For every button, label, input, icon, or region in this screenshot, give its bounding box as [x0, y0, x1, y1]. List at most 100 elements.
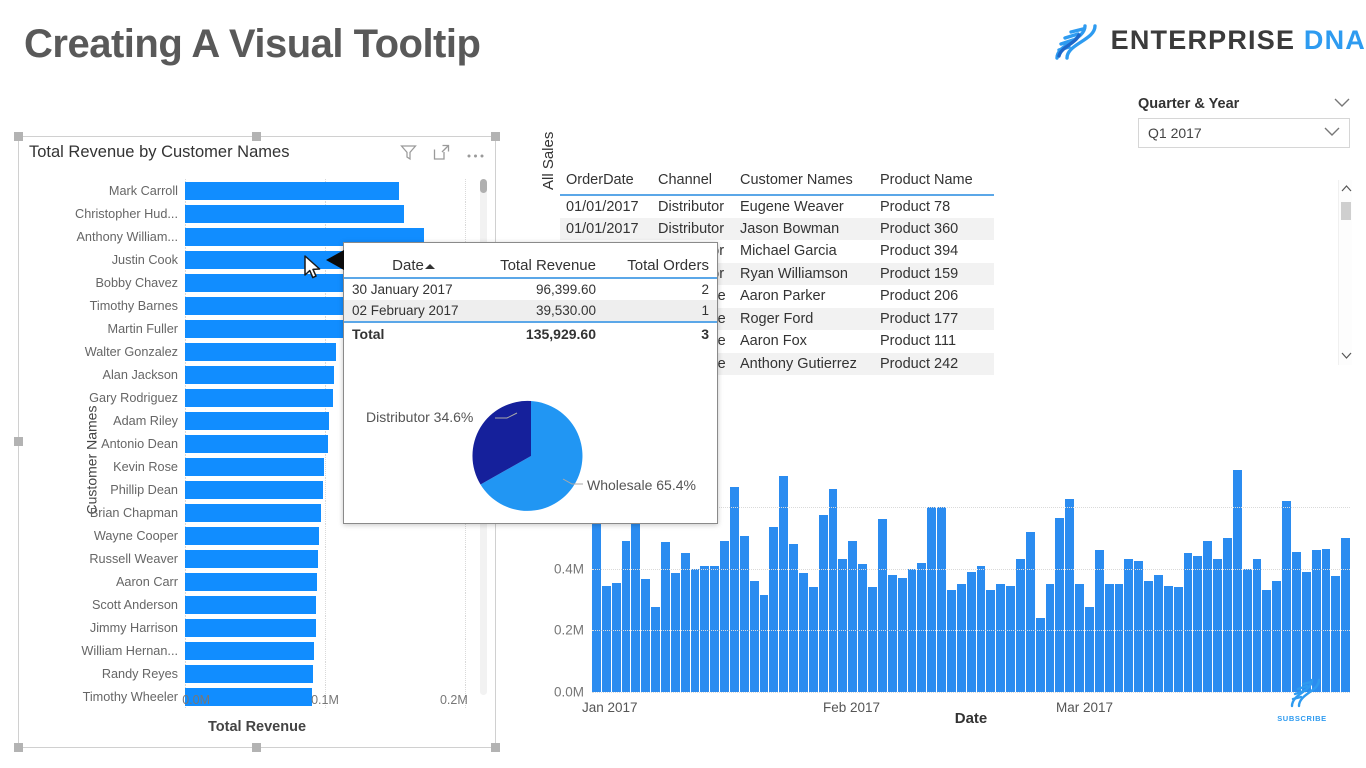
column-bar[interactable]	[651, 607, 661, 692]
column-bar[interactable]	[927, 507, 937, 692]
column-bar[interactable]	[1183, 553, 1193, 692]
bar-fill[interactable]	[185, 411, 329, 430]
bar-fill[interactable]	[185, 641, 314, 660]
column-bar[interactable]	[1292, 551, 1301, 692]
column-bar[interactable]	[917, 562, 927, 692]
bar-fill[interactable]	[185, 365, 335, 384]
column-bar[interactable]	[631, 507, 641, 692]
column-bar[interactable]	[710, 565, 720, 692]
column-bar[interactable]	[1223, 537, 1232, 692]
column-bar[interactable]	[601, 585, 611, 692]
column-bar[interactable]	[986, 590, 996, 692]
bar-fill[interactable]	[185, 457, 324, 476]
table-scrollbar-thumb[interactable]	[1341, 202, 1351, 220]
bar-row[interactable]: Scott Anderson	[55, 593, 466, 616]
column-bar[interactable]	[1065, 499, 1075, 692]
filter-funnel-icon[interactable]	[400, 144, 417, 166]
bar-fill[interactable]	[185, 526, 320, 545]
bar-fill[interactable]	[185, 595, 316, 614]
column-bar[interactable]	[818, 514, 828, 692]
table-column-header[interactable]: Customer Names	[734, 170, 874, 196]
slicer-dropdown[interactable]: Q1 2017	[1138, 118, 1350, 148]
column-bar[interactable]	[759, 594, 769, 692]
column-bar[interactable]	[670, 573, 680, 692]
column-bar[interactable]	[956, 584, 966, 692]
focus-mode-icon[interactable]	[433, 144, 450, 166]
resize-handle-top-left[interactable]	[14, 132, 23, 141]
column-bar[interactable]	[1213, 559, 1222, 692]
bar-row[interactable]: Randy Reyes	[55, 662, 466, 685]
column-bar[interactable]	[1282, 500, 1292, 692]
bar-row[interactable]: Christopher Hud...	[55, 202, 466, 225]
bar-row[interactable]: Aaron Carr	[55, 570, 466, 593]
table-column-header[interactable]: OrderDate	[560, 170, 652, 196]
column-bar[interactable]	[1104, 584, 1114, 692]
column-bar[interactable]	[1035, 618, 1045, 692]
bar-fill[interactable]	[185, 618, 316, 637]
column-bar[interactable]	[641, 579, 651, 692]
quarter-year-slicer[interactable]: Quarter & Year Q1 2017	[1138, 96, 1350, 148]
column-bar[interactable]	[1045, 584, 1055, 692]
column-bar[interactable]	[1341, 537, 1351, 692]
subscribe-watermark[interactable]: SUBSCRIBE	[1272, 672, 1332, 723]
bar-row[interactable]: Mark Carroll	[55, 179, 466, 202]
column-bar[interactable]	[1153, 574, 1163, 692]
column-bar[interactable]	[789, 544, 799, 692]
table-column-header[interactable]: Product Name	[874, 170, 994, 196]
bar-fill[interactable]	[185, 319, 349, 338]
bar-fill[interactable]	[185, 342, 337, 361]
column-bar[interactable]	[1232, 470, 1242, 692]
column-bar[interactable]	[799, 573, 808, 692]
bar-row[interactable]: William Hernan...	[55, 639, 466, 662]
resize-handle-top-right[interactable]	[491, 132, 500, 141]
bar-row[interactable]: Wayne Cooper	[55, 524, 466, 547]
column-bar[interactable]	[808, 587, 818, 692]
column-bar[interactable]	[1321, 548, 1331, 692]
column-bar[interactable]	[1163, 585, 1173, 692]
column-bar[interactable]	[730, 486, 739, 692]
column-bar[interactable]	[1144, 581, 1153, 692]
column-bar[interactable]	[1311, 550, 1321, 692]
column-bar[interactable]	[1262, 590, 1272, 692]
bar-row[interactable]: Jimmy Harrison	[55, 616, 466, 639]
column-bar[interactable]	[887, 574, 897, 692]
bar-fill[interactable]	[185, 664, 314, 683]
bar-row[interactable]: Russell Weaver	[55, 547, 466, 570]
slicer-header[interactable]: Quarter & Year	[1138, 96, 1350, 118]
column-bar[interactable]	[1006, 585, 1015, 692]
column-bar[interactable]	[937, 507, 946, 692]
column-bar[interactable]	[1015, 559, 1025, 692]
column-bar[interactable]	[1094, 550, 1104, 692]
column-bar[interactable]	[1084, 607, 1094, 692]
column-bar[interactable]	[661, 542, 670, 692]
table-row[interactable]: 01/01/2017 Distributor Jason Bowman Product…	[560, 217, 1350, 240]
column-bar[interactable]	[621, 540, 631, 692]
column-bar[interactable]	[700, 565, 710, 692]
resize-handle-top[interactable]	[252, 132, 261, 141]
column-bar[interactable]	[946, 590, 956, 692]
column-bar[interactable]	[966, 571, 976, 692]
scrollbar-thumb[interactable]	[480, 179, 487, 193]
column-bar[interactable]	[611, 582, 621, 692]
column-bar[interactable]	[828, 488, 838, 692]
column-bar[interactable]	[897, 577, 907, 692]
more-options-icon[interactable]	[466, 146, 485, 164]
column-bar[interactable]	[1193, 556, 1203, 692]
column-bar[interactable]	[720, 540, 730, 692]
chevron-up-icon[interactable]	[1339, 184, 1353, 194]
column-bar[interactable]	[680, 553, 690, 692]
bar-fill[interactable]	[185, 549, 318, 568]
chevron-down-icon[interactable]	[1324, 127, 1340, 139]
bar-fill[interactable]	[185, 388, 334, 407]
column-bar[interactable]	[749, 581, 759, 692]
table-row[interactable]: 01/01/2017 Distributor Eugene Weaver Produc…	[560, 195, 1350, 218]
bar-fill[interactable]	[185, 480, 323, 499]
column-bar[interactable]	[868, 587, 877, 692]
column-bar[interactable]	[838, 559, 848, 692]
chevron-down-icon[interactable]	[1339, 351, 1353, 361]
column-bar[interactable]	[1075, 584, 1084, 692]
column-bar[interactable]	[1055, 517, 1065, 692]
bar-fill[interactable]	[185, 572, 317, 591]
bar-fill[interactable]	[185, 434, 328, 453]
column-bar[interactable]	[976, 565, 986, 692]
